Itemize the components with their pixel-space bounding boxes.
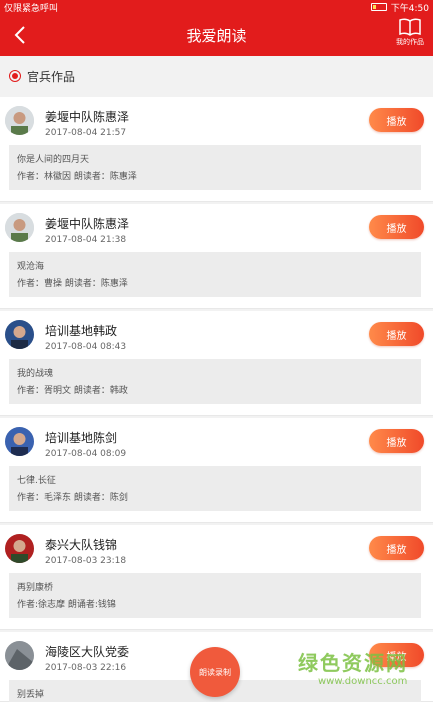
post-time: 2017-08-04 21:38	[45, 235, 127, 245]
post-time: 2017-08-04 21:57	[45, 128, 127, 138]
author-name: 培训基地韩政	[45, 324, 118, 338]
work-info: 观沧海 作者：曹操 朗读者：陈惠泽	[9, 252, 421, 297]
title-bar: 我爱朗读 我的作品	[0, 14, 433, 56]
play-button[interactable]: 播放	[369, 215, 424, 239]
avatar	[5, 320, 34, 349]
watermark-url: www.downcc.com	[318, 676, 408, 687]
work-meta: 作者：林徽因 朗读者：陈惠泽	[17, 172, 137, 182]
play-button[interactable]: 播放	[369, 108, 424, 132]
author-name: 海陵区大队党委	[45, 645, 130, 659]
section-dot-icon	[9, 70, 21, 82]
work-info: 七律.长征 作者：毛泽东 朗读者：陈剑	[9, 466, 421, 511]
book-icon	[399, 18, 421, 36]
list-item[interactable]: 培训基地陈剑 2017-08-04 08:09 播放 七律.长征 作者：毛泽东 …	[0, 418, 433, 523]
record-button[interactable]: 朗读录制	[190, 647, 240, 697]
author-name: 姜堰中队陈惠泽	[45, 110, 130, 124]
my-works-label: 我的作品	[396, 38, 424, 46]
poem-title: 我的战魂	[17, 369, 54, 379]
section-header: 官兵作品	[0, 56, 433, 96]
work-meta: 作者：曹操 朗读者：陈惠泽	[17, 279, 128, 289]
section-title: 官兵作品	[27, 69, 76, 84]
back-button[interactable]	[8, 22, 32, 48]
poem-title: 你是人间的四月天	[17, 155, 90, 165]
page-title: 我爱朗读	[186, 26, 247, 45]
list-item[interactable]: 泰兴大队钱锦 2017-08-03 23:18 播放 再别康桥 作者:徐志摩 朗…	[0, 525, 433, 630]
avatar	[5, 427, 34, 456]
work-info: 我的战魂 作者：胥明文 朗读者：韩政	[9, 359, 421, 404]
chevron-left-icon	[14, 26, 25, 44]
status-bar: 仅限紧急呼叫 下午4:50	[0, 0, 433, 14]
clock-text: 下午4:50	[390, 3, 429, 14]
work-info: 你是人间的四月天 作者：林徽因 朗读者：陈惠泽	[9, 145, 421, 190]
avatar	[5, 641, 34, 670]
avatar	[5, 106, 34, 135]
play-button[interactable]: 播放	[369, 322, 424, 346]
list-item[interactable]: 姜堰中队陈惠泽 2017-08-04 21:38 播放 观沧海 作者：曹操 朗读…	[0, 204, 433, 309]
poem-title: 七律.长征	[17, 476, 56, 486]
play-button[interactable]: 播放	[369, 536, 424, 560]
list-item[interactable]: 姜堰中队陈惠泽 2017-08-04 21:57 播放 你是人间的四月天 作者：…	[0, 97, 433, 202]
work-info: 再别康桥 作者:徐志摩 朗诵者:钱锦	[9, 573, 421, 618]
list-item[interactable]: 培训基地韩政 2017-08-04 08:43 播放 我的战魂 作者：胥明文 朗…	[0, 311, 433, 416]
battery-icon	[370, 3, 387, 11]
post-time: 2017-08-03 23:18	[45, 556, 127, 566]
my-works-button[interactable]: 我的作品	[393, 18, 427, 52]
post-time: 2017-08-03 22:16	[45, 663, 127, 673]
avatar	[5, 534, 34, 563]
watermark-brand: 绿色资源网	[298, 651, 408, 675]
play-button[interactable]: 播放	[369, 429, 424, 453]
work-meta: 作者：胥明文 朗读者：韩政	[17, 386, 128, 396]
avatar	[5, 213, 34, 242]
poem-title: 观沧海	[17, 262, 45, 272]
carrier-text: 仅限紧急呼叫	[4, 3, 59, 14]
work-meta: 作者：毛泽东 朗读者：陈剑	[17, 493, 128, 503]
post-time: 2017-08-04 08:09	[45, 449, 127, 459]
author-name: 姜堰中队陈惠泽	[45, 217, 130, 231]
poem-title: 再别康桥	[17, 583, 54, 593]
post-time: 2017-08-04 08:43	[45, 342, 127, 352]
watermark: 绿色资源网 www.downcc.com	[298, 647, 433, 702]
author-name: 泰兴大队钱锦	[45, 538, 118, 552]
author-name: 培训基地陈剑	[45, 431, 118, 445]
work-meta: 作者:徐志摩 朗诵者:钱锦	[17, 600, 116, 610]
